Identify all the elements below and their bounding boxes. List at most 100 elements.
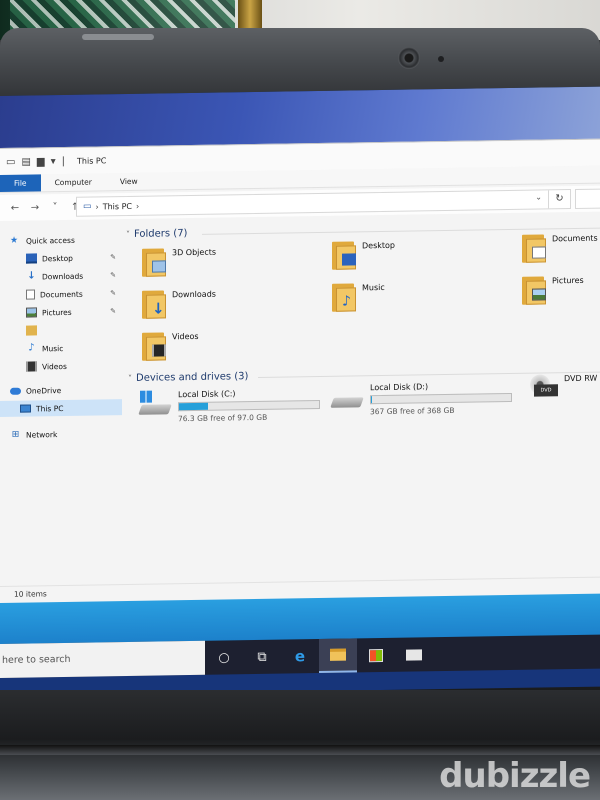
pictures-icon xyxy=(26,307,37,318)
downloads-folder-icon: ↓ xyxy=(142,288,166,319)
tab-computer[interactable]: Computer xyxy=(41,173,106,191)
drive-usage-fill xyxy=(371,396,373,404)
content-pane: ˅ Folders (7) 3D Objects Desktop Documen… xyxy=(124,224,600,591)
sidebar-item-desktop[interactable]: Desktop ✎ xyxy=(26,249,122,267)
music-folder-icon: ♪ xyxy=(332,281,356,312)
sidebar-item-this-pc[interactable]: This PC xyxy=(0,399,122,417)
pin-icon: ✎ xyxy=(110,307,116,316)
folder-label: 3D Objects xyxy=(172,247,217,258)
sidebar-item-label: Pictures xyxy=(42,307,72,317)
sidebar-item-label: Documents xyxy=(40,289,83,299)
webcam-icon xyxy=(398,47,420,69)
folder-icon xyxy=(26,325,37,336)
properties-icon[interactable]: ▤ xyxy=(21,156,30,167)
dvd-drive-icon: DVD xyxy=(524,374,558,403)
breadcrumb-chevron-icon[interactable]: › xyxy=(136,201,139,210)
pin-icon: ✎ xyxy=(110,253,116,262)
refresh-icon[interactable]: ↻ xyxy=(548,190,570,209)
folder-tile-pictures[interactable]: Pictures xyxy=(522,274,584,305)
sidebar-item-documents[interactable]: Documents ✎ xyxy=(26,285,122,303)
quick-access-dropdown-icon[interactable]: ▾ xyxy=(51,156,56,167)
video-icon xyxy=(26,361,37,372)
breadcrumb-this-pc[interactable]: This PC xyxy=(103,201,132,210)
back-arrow-icon[interactable]: ← xyxy=(8,202,22,213)
photo-scene: ▭ ▤ ▆ ▾ | This PC File Computer View ← →… xyxy=(0,0,600,800)
sidebar-item-music[interactable]: ♪ Music xyxy=(26,339,122,357)
drive-free-space: 76.3 GB free of 97.0 GB xyxy=(178,412,268,424)
sidebar-item-network[interactable]: ⊞ Network xyxy=(10,425,122,443)
taskbar-search-box[interactable]: here to search xyxy=(0,640,205,678)
music-icon: ♪ xyxy=(28,342,35,354)
address-bar[interactable]: ▭ › This PC › ⌄ ↻ xyxy=(76,189,571,217)
folder-tile-videos[interactable]: Videos xyxy=(142,330,199,361)
dvd-logo: DVD xyxy=(534,384,558,397)
breadcrumb-chevron-icon[interactable]: › xyxy=(96,202,99,211)
sidebar-item-folder[interactable] xyxy=(26,321,122,339)
folder-label: Music xyxy=(362,282,385,293)
laptop-hinge xyxy=(0,745,600,755)
onedrive-icon xyxy=(10,387,21,395)
recent-locations-chevron-icon[interactable]: ˅ xyxy=(48,202,62,213)
download-icon: ↓ xyxy=(27,270,36,282)
drives-group-header[interactable]: ˅ Devices and drives (3) xyxy=(128,371,248,384)
file-explorer-window: ▭ ▤ ▆ ▾ | This PC File Computer View ← →… xyxy=(0,138,600,604)
tab-file[interactable]: File xyxy=(0,174,41,192)
collapse-chevron-icon[interactable]: ˅ xyxy=(126,230,130,239)
document-icon xyxy=(26,289,35,300)
window-title: This PC xyxy=(77,155,107,166)
file-explorer-taskbar-icon[interactable] xyxy=(319,638,357,673)
drive-label: DVD RW xyxy=(564,373,598,384)
sidebar-item-videos[interactable]: Videos xyxy=(26,357,122,375)
drive-usage-bar xyxy=(178,399,320,412)
folder-tile-desktop[interactable]: Desktop xyxy=(332,239,395,270)
mail-icon[interactable] xyxy=(395,637,433,672)
task-view-icon[interactable]: ⧉ xyxy=(243,640,281,675)
drive-tile-dvd[interactable]: DVD DVD RW xyxy=(524,374,597,403)
forward-arrow-icon[interactable]: → xyxy=(28,202,42,213)
3d-objects-folder-icon xyxy=(142,246,166,277)
new-folder-icon[interactable]: ▆ xyxy=(37,156,45,167)
hard-drive-icon xyxy=(330,383,364,412)
star-icon: ★ xyxy=(10,235,19,246)
separator: | xyxy=(61,155,66,167)
drive-label: Local Disk (D:) xyxy=(370,382,429,393)
search-box[interactable] xyxy=(575,188,600,209)
navigation-pane: ★ Quick access Desktop ✎ ↓ Downloads ✎ D… xyxy=(0,231,122,593)
folder-label: Pictures xyxy=(552,275,584,286)
sidebar-item-label: Network xyxy=(26,429,58,440)
folder-tile-3d-objects[interactable]: 3D Objects xyxy=(142,246,216,277)
drive-tile-d[interactable]: Local Disk (D:) 367 GB free of 368 GB xyxy=(330,381,512,417)
folder-tile-downloads[interactable]: ↓ Downloads xyxy=(142,288,216,319)
sidebar-item-label: This PC xyxy=(36,403,64,413)
sidebar-item-label: Videos xyxy=(42,361,67,371)
sidebar-item-downloads[interactable]: ↓ Downloads ✎ xyxy=(26,267,122,285)
edge-browser-icon[interactable]: e xyxy=(281,639,319,674)
microphone-hole xyxy=(438,56,444,62)
sidebar-item-label: Desktop xyxy=(42,253,73,263)
laptop-screen: ▭ ▤ ▆ ▾ | This PC File Computer View ← →… xyxy=(0,86,600,696)
network-icon: ⊞ xyxy=(11,429,20,440)
folder-tile-documents[interactable]: Documents xyxy=(522,232,598,263)
folder-tile-music[interactable]: ♪ Music xyxy=(332,281,385,312)
folders-group-title: Folders (7) xyxy=(134,228,188,240)
address-dropdown-icon[interactable]: ⌄ xyxy=(535,192,542,201)
collapse-chevron-icon[interactable]: ˅ xyxy=(128,374,132,383)
computer-icon: ▭ xyxy=(83,201,92,212)
sidebar-item-label: Quick access xyxy=(26,235,75,246)
sidebar-item-onedrive[interactable]: OneDrive xyxy=(10,381,122,399)
tab-view[interactable]: View xyxy=(106,173,152,191)
folders-group-header[interactable]: ˅ Folders (7) xyxy=(126,228,187,240)
drive-usage-fill xyxy=(179,402,209,411)
drive-free-space: 367 GB free of 368 GB xyxy=(370,405,455,417)
drive-label: Local Disk (C:) xyxy=(178,389,236,400)
drives-group-title: Devices and drives (3) xyxy=(136,371,249,384)
sidebar-item-pictures[interactable]: Pictures ✎ xyxy=(26,303,122,321)
drive-tile-c[interactable]: Local Disk (C:) 76.3 GB free of 97.0 GB xyxy=(138,388,320,424)
computer-icon xyxy=(20,404,31,413)
store-icon[interactable] xyxy=(357,638,395,673)
folder-label: Desktop xyxy=(362,240,395,251)
pin-icon: ✎ xyxy=(110,271,116,280)
sidebar-item-quick-access[interactable]: ★ Quick access xyxy=(10,231,122,249)
cortana-icon[interactable]: ○ xyxy=(205,640,243,675)
bezel-notch xyxy=(82,34,154,40)
